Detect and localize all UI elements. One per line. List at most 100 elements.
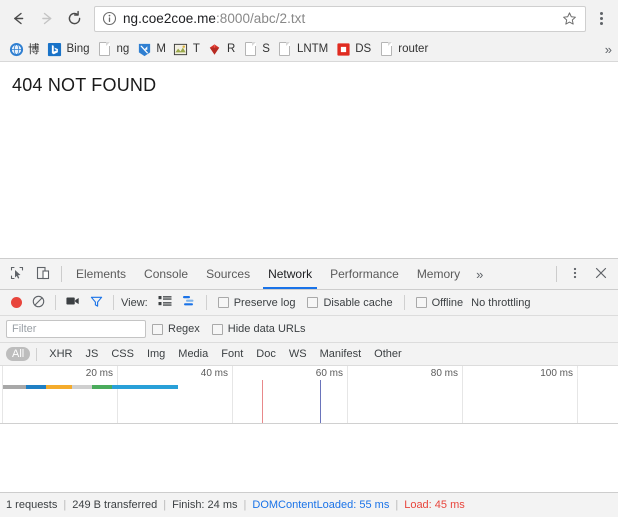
type-filter-css[interactable]: CSS: [105, 347, 140, 361]
type-filter-all[interactable]: All: [6, 347, 31, 361]
tab-memory[interactable]: Memory: [408, 259, 469, 289]
forward-button[interactable]: [32, 5, 60, 33]
network-overview[interactable]: 20 ms 40 ms 60 ms 80 ms 100 ms: [0, 366, 618, 424]
bookmark-item-4[interactable]: T: [171, 39, 205, 60]
type-filter-js[interactable]: JS: [79, 347, 104, 361]
disable-cache-checkbox[interactable]: Disable cache: [301, 297, 398, 309]
bookmark-item-7[interactable]: LNTM: [275, 39, 333, 60]
offline-checkbox[interactable]: Offline: [410, 297, 470, 309]
show-overview-button[interactable]: [177, 292, 201, 314]
network-toolbar: View: Preserve log Disable cache Offline…: [0, 290, 618, 316]
type-filter-other[interactable]: Other: [368, 347, 408, 361]
toolbar-divider: [113, 295, 114, 310]
chrome-menu-button[interactable]: [590, 6, 612, 32]
bing-icon: [47, 41, 63, 57]
type-filter-xhr[interactable]: XHR: [43, 347, 78, 361]
throttling-dropdown[interactable]: No throttling: [469, 297, 530, 309]
checkbox-box: [307, 297, 319, 308]
overview-gridline: [2, 366, 3, 423]
type-filter-font[interactable]: Font: [215, 347, 249, 361]
overview-gridline: [232, 366, 233, 423]
status-divider: |: [395, 499, 399, 511]
devtools-settings-button[interactable]: [562, 261, 588, 287]
status-divider: |: [163, 499, 167, 511]
bookmark-item-3[interactable]: M: [134, 39, 171, 60]
tab-performance[interactable]: Performance: [321, 259, 408, 289]
bookmarks-overflow-button[interactable]: »: [605, 42, 612, 57]
regex-checkbox[interactable]: Regex: [146, 323, 206, 335]
status-finish: Finish: 24 ms: [172, 499, 238, 511]
status-requests-count: 1 requests: [6, 499, 58, 511]
address-bar[interactable]: ng.coe2coe.me:8000/abc/2.txt: [94, 5, 586, 32]
type-filter-media[interactable]: Media: [172, 347, 214, 361]
close-devtools-button[interactable]: [588, 261, 614, 287]
bookmark-label: router: [398, 43, 429, 55]
type-filter-ws[interactable]: WS: [283, 347, 313, 361]
devtools-tabbar-right: [551, 261, 618, 287]
close-icon: [594, 266, 608, 283]
url-text[interactable]: ng.coe2coe.me:8000/abc/2.txt: [123, 11, 559, 26]
bookmark-label: R: [226, 43, 236, 55]
page-icon: [242, 41, 258, 57]
bookmark-item-8[interactable]: DS: [333, 39, 376, 60]
bookmark-label: S: [262, 43, 270, 55]
site-info-icon[interactable]: [102, 11, 117, 26]
resource-type-filters: All XHR JS CSS Img Media Font Doc WS Man…: [0, 343, 618, 366]
reload-icon: [66, 10, 83, 27]
type-filter-manifest[interactable]: Manifest: [314, 347, 368, 361]
tab-network[interactable]: Network: [259, 259, 321, 289]
overview-gridline: [577, 366, 578, 423]
bookmark-item-6[interactable]: S: [240, 39, 275, 60]
hide-data-urls-checkbox[interactable]: Hide data URLs: [206, 323, 312, 335]
hide-data-urls-label: Hide data URLs: [227, 323, 306, 335]
more-tabs-button[interactable]: »: [469, 267, 490, 282]
page-content: 404 NOT FOUND: [0, 63, 618, 258]
overview-segment-download: [112, 385, 178, 389]
toolbar-divider: [205, 295, 207, 310]
filter-toggle-button[interactable]: [85, 292, 108, 314]
view-label: View:: [121, 296, 148, 309]
bookmark-label: Bing: [66, 43, 90, 55]
checkbox-box: [415, 297, 427, 308]
bookmark-item-2[interactable]: ng: [95, 39, 135, 60]
bookmark-label: 博: [28, 44, 40, 56]
bookmark-item-0[interactable]: 博: [6, 39, 45, 60]
device-toolbar-button[interactable]: [30, 261, 56, 287]
overview-tick-20ms: 20 ms: [85, 368, 117, 379]
type-filter-doc[interactable]: Doc: [250, 347, 282, 361]
status-divider: |: [63, 499, 67, 511]
large-rows-button[interactable]: [153, 292, 177, 314]
preserve-log-checkbox[interactable]: Preserve log: [212, 297, 302, 309]
bookmark-item-1[interactable]: Bing: [45, 39, 95, 60]
type-filter-img[interactable]: Img: [141, 347, 171, 361]
record-button[interactable]: [6, 292, 27, 314]
reload-button[interactable]: [60, 5, 88, 33]
url-path: :8000/abc/2.txt: [215, 11, 306, 26]
url-host: ng.coe2coe.me: [123, 11, 216, 26]
clear-button[interactable]: [27, 292, 50, 314]
overview-segment-stalled: [3, 385, 26, 389]
blue-badge-icon: [136, 41, 152, 57]
toolbar-divider: [556, 266, 557, 282]
regex-label: Regex: [168, 323, 200, 335]
checkbox-box: [211, 323, 223, 335]
preserve-log-label: Preserve log: [233, 296, 296, 309]
inspect-element-button[interactable]: [4, 261, 30, 287]
page-icon: [277, 41, 293, 57]
filter-input[interactable]: [6, 320, 146, 338]
bookmark-item-9[interactable]: router: [376, 39, 433, 60]
funnel-icon: [90, 295, 103, 311]
capture-screenshots-button[interactable]: [61, 292, 85, 314]
tab-sources[interactable]: Sources: [197, 259, 259, 289]
browser-toolbar: ng.coe2coe.me:8000/abc/2.txt: [0, 0, 618, 37]
bookmark-star-icon[interactable]: [559, 9, 579, 29]
tab-elements[interactable]: Elements: [67, 259, 135, 289]
status-transferred: 249 B transferred: [72, 499, 158, 511]
tab-console[interactable]: Console: [135, 259, 197, 289]
globe-icon: [8, 41, 24, 57]
bookmark-item-5[interactable]: R: [205, 39, 240, 60]
overview-load-event-line: [262, 380, 263, 423]
overview-gridline: [462, 366, 463, 423]
back-button[interactable]: [4, 5, 32, 33]
status-dom-content-loaded: DOMContentLoaded: 55 ms: [252, 499, 390, 511]
